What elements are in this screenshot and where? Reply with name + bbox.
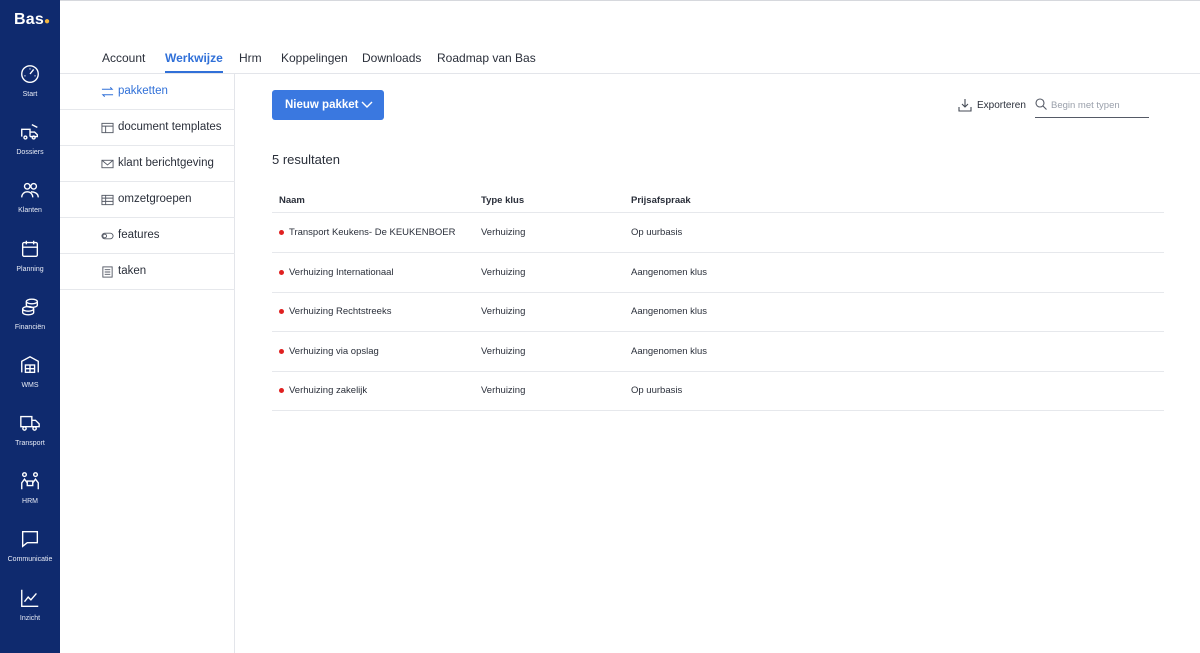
rail-item-transport[interactable]: Transport [0,412,60,464]
rail-item-label: Inzicht [19,615,41,622]
warehouse-icon [21,355,39,374]
search-field[interactable] [1035,92,1149,118]
download-icon [958,99,972,112]
cell-type-klus: Verhuizing [481,346,526,357]
tab-hrm[interactable]: Hrm [239,51,262,65]
chevron-down-icon [361,101,373,108]
status-dot [279,270,284,275]
rail-item-dossiers[interactable]: Dossiers [0,121,60,173]
subnav-item-features[interactable]: features [60,218,235,254]
rail-item-planning[interactable]: Planning [0,238,60,290]
rail-item-label: Planning [16,266,44,273]
table-row[interactable]: Transport Keukens- De KEUKENBOER Verhuiz… [272,213,1164,253]
subnav-item-label: document templates [118,121,222,133]
subnav-item-label: taken [118,265,147,277]
delivery-truck-icon [20,415,40,431]
cell-prijsafspraak: Aangenomen klus [631,306,708,317]
table-row[interactable]: Verhuizing via opslag Verhuizing Aangeno… [272,332,1164,372]
column-header-naam[interactable]: Naam [279,195,305,206]
rail-item-communicatie[interactable]: Communicatie [0,528,60,580]
status-dot [279,230,284,235]
cell-naam: Verhuizing Rechtstreeks [289,306,392,317]
gauge-icon [21,65,39,83]
rail-item-label: Dossiers [16,149,44,156]
template-icon [101,122,114,134]
rail-item-label: Transport [15,440,45,447]
cell-type-klus: Verhuizing [481,306,526,317]
users-icon [21,182,39,198]
tab-koppelingen[interactable]: Koppelingen [281,51,348,65]
settings-subnav: pakketten document templates klant beric… [60,74,235,653]
status-dot [279,388,284,393]
truck-icon [21,124,39,140]
status-dot [279,349,284,354]
cell-naam: Verhuizing Internationaal [289,267,394,278]
cell-prijsafspraak: Aangenomen klus [631,267,708,278]
subnav-item-document-templates[interactable]: document templates [60,110,235,146]
cell-prijsafspraak: Aangenomen klus [631,346,708,357]
cell-type-klus: Verhuizing [481,385,526,396]
main-navigation-rail: Bas● Start Dossiers Klanten Planning Fin… [0,0,60,653]
calendar-icon [21,240,39,258]
cell-naam: Verhuizing via opslag [289,346,379,357]
toggle-icon [101,232,114,240]
subnav-item-omzetgroepen[interactable]: omzetgroepen [60,182,235,218]
rail-item-financien[interactable]: Financiën [0,296,60,348]
search-input[interactable] [1051,97,1147,113]
rail-item-label: Start [22,91,38,98]
new-package-button[interactable]: Nieuw pakket [272,90,384,120]
subnav-item-label: features [118,229,160,241]
subnav-item-pakketten[interactable]: pakketten [60,74,235,110]
coins-icon [21,298,39,316]
top-tab-bar [60,0,1200,74]
rail-item-hrm[interactable]: HRM [0,470,60,522]
envelope-icon [101,159,114,169]
table-row[interactable]: Verhuizing Internationaal Verhuizing Aan… [272,253,1164,293]
cell-naam: Verhuizing zakelijk [289,385,368,396]
subnav-item-label: omzetgroepen [118,193,192,205]
cell-naam: Transport Keukens- De KEUKENBOER [289,227,456,238]
table-row[interactable]: Verhuizing Rechtstreeks Verhuizing Aange… [272,292,1164,332]
subnav-item-taken[interactable]: taken [60,254,235,290]
rail-item-start[interactable]: Start [0,63,60,115]
rail-item-label: WMS [21,382,39,389]
chart-line-icon [21,589,39,607]
results-count: 5 resultaten [272,152,340,167]
tab-werkwijze[interactable]: Werkwijze [165,51,223,73]
cell-prijsafspraak: Op uurbasis [631,227,683,238]
export-label: Exporteren [977,100,1026,111]
tab-roadmap[interactable]: Roadmap van Bas [437,51,536,65]
subnav-item-klant-berichtgeving[interactable]: klant berichtgeving [60,146,235,182]
tab-account[interactable]: Account [102,51,145,65]
status-dot [279,309,284,314]
cell-prijsafspraak: Op uurbasis [631,385,683,396]
brand-logo[interactable]: Bas● [14,11,50,29]
rail-item-label: Financiën [14,324,46,331]
rail-item-label: Communicatie [7,556,53,563]
team-icon [21,472,39,490]
list-icon [102,266,113,278]
rail-item-label: Klanten [18,207,42,214]
table-icon [101,194,114,206]
column-header-type-klus[interactable]: Type klus [481,195,524,206]
tab-downloads[interactable]: Downloads [362,51,421,65]
switch-arrows-icon [101,86,114,98]
chat-icon [21,530,39,548]
subnav-item-label: pakketten [118,85,168,97]
table-row[interactable]: Verhuizing zakelijk Verhuizing Op uurbas… [272,371,1164,411]
cell-type-klus: Verhuizing [481,227,526,238]
cell-type-klus: Verhuizing [481,267,526,278]
rail-item-wms[interactable]: WMS [0,354,60,406]
subnav-item-label: klant berichtgeving [118,157,214,169]
rail-item-label: HRM [22,498,38,505]
column-header-prijsafspraak[interactable]: Prijsafspraak [631,195,691,206]
rail-item-inzicht[interactable]: Inzicht [0,587,60,639]
search-icon [1035,98,1047,110]
new-package-button-label: Nieuw pakket [285,99,359,111]
rail-item-klanten[interactable]: Klanten [0,179,60,231]
